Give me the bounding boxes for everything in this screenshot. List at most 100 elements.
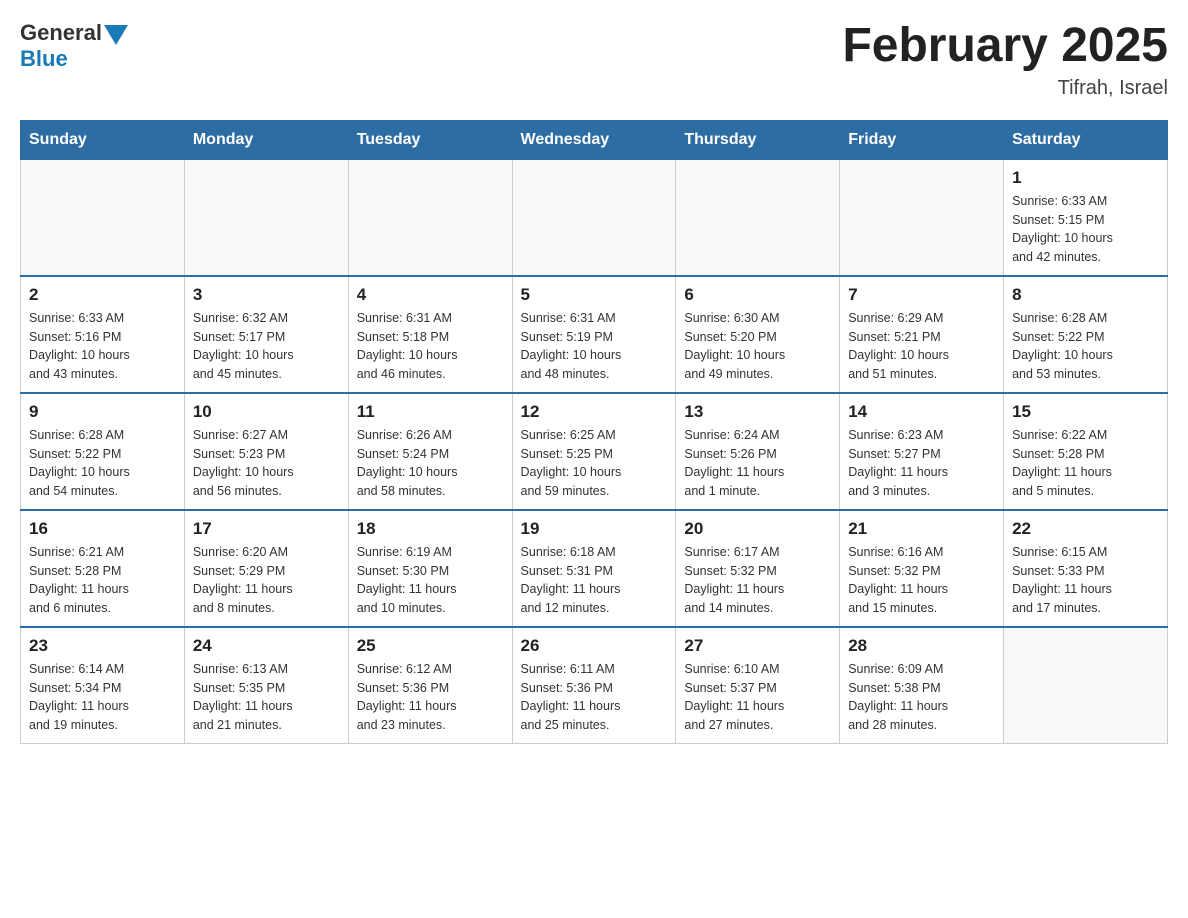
calendar-cell: 22 Sunrise: 6:15 AM Sunset: 5:33 PM Dayli… bbox=[1004, 510, 1168, 627]
day-number: 22 bbox=[1012, 519, 1159, 539]
calendar-title: February 2025 bbox=[842, 20, 1168, 73]
calendar-cell: 9 Sunrise: 6:28 AM Sunset: 5:22 PM Daylig… bbox=[21, 393, 185, 510]
day-number: 11 bbox=[357, 402, 504, 422]
calendar-cell: 3 Sunrise: 6:32 AM Sunset: 5:17 PM Daylig… bbox=[184, 276, 348, 393]
day-number: 13 bbox=[684, 402, 831, 422]
day-number: 19 bbox=[521, 519, 668, 539]
day-number: 28 bbox=[848, 636, 995, 656]
calendar-week-row: 1 Sunrise: 6:33 AM Sunset: 5:15 PM Daylig… bbox=[21, 159, 1168, 276]
day-number: 10 bbox=[193, 402, 340, 422]
calendar-cell: 23 Sunrise: 6:14 AM Sunset: 5:34 PM Dayli… bbox=[21, 627, 185, 744]
calendar-cell: 7 Sunrise: 6:29 AM Sunset: 5:21 PM Daylig… bbox=[840, 276, 1004, 393]
calendar-cell bbox=[840, 159, 1004, 276]
calendar-cell: 13 Sunrise: 6:24 AM Sunset: 5:26 PM Dayli… bbox=[676, 393, 840, 510]
day-number: 17 bbox=[193, 519, 340, 539]
day-info: Sunrise: 6:25 AM Sunset: 5:25 PM Dayligh… bbox=[521, 426, 668, 501]
day-info: Sunrise: 6:28 AM Sunset: 5:22 PM Dayligh… bbox=[29, 426, 176, 501]
day-number: 26 bbox=[521, 636, 668, 656]
day-number: 3 bbox=[193, 285, 340, 305]
calendar-cell bbox=[512, 159, 676, 276]
calendar-cell: 11 Sunrise: 6:26 AM Sunset: 5:24 PM Dayli… bbox=[348, 393, 512, 510]
calendar-cell: 5Sunrise: 6:31 AM Sunset: 5:19 PM Daylig… bbox=[512, 276, 676, 393]
weekday-header-sunday: Sunday bbox=[21, 120, 185, 159]
weekday-header-tuesday: Tuesday bbox=[348, 120, 512, 159]
calendar-cell: 17 Sunrise: 6:20 AM Sunset: 5:29 PM Dayli… bbox=[184, 510, 348, 627]
day-info: Sunrise: 6:26 AM Sunset: 5:24 PM Dayligh… bbox=[357, 426, 504, 501]
calendar-week-row: 9 Sunrise: 6:28 AM Sunset: 5:22 PM Daylig… bbox=[21, 393, 1168, 510]
day-info: Sunrise: 6:20 AM Sunset: 5:29 PM Dayligh… bbox=[193, 543, 340, 618]
weekday-header-saturday: Saturday bbox=[1004, 120, 1168, 159]
title-block: February 2025 Tifrah, Israel bbox=[842, 20, 1168, 100]
day-number: 21 bbox=[848, 519, 995, 539]
day-info: Sunrise: 6:31 AM Sunset: 5:18 PM Dayligh… bbox=[357, 309, 504, 384]
calendar-cell bbox=[184, 159, 348, 276]
calendar-cell bbox=[21, 159, 185, 276]
day-info: Sunrise: 6:22 AM Sunset: 5:28 PM Dayligh… bbox=[1012, 426, 1159, 501]
calendar-week-row: 23 Sunrise: 6:14 AM Sunset: 5:34 PM Dayli… bbox=[21, 627, 1168, 744]
calendar-cell: 10 Sunrise: 6:27 AM Sunset: 5:23 PM Dayli… bbox=[184, 393, 348, 510]
day-number: 23 bbox=[29, 636, 176, 656]
day-info: Sunrise: 6:33 AM Sunset: 5:15 PM Dayligh… bbox=[1012, 192, 1159, 267]
weekday-header-monday: Monday bbox=[184, 120, 348, 159]
calendar-cell: 24Sunrise: 6:13 AM Sunset: 5:35 PM Dayli… bbox=[184, 627, 348, 744]
logo-blue-text: Blue bbox=[20, 46, 68, 72]
day-info: Sunrise: 6:27 AM Sunset: 5:23 PM Dayligh… bbox=[193, 426, 340, 501]
weekday-header-wednesday: Wednesday bbox=[512, 120, 676, 159]
calendar-cell bbox=[348, 159, 512, 276]
calendar-cell: 21 Sunrise: 6:16 AM Sunset: 5:32 PM Dayli… bbox=[840, 510, 1004, 627]
day-info: Sunrise: 6:29 AM Sunset: 5:21 PM Dayligh… bbox=[848, 309, 995, 384]
day-info: Sunrise: 6:18 AM Sunset: 5:31 PM Dayligh… bbox=[521, 543, 668, 618]
day-number: 2 bbox=[29, 285, 176, 305]
calendar-cell: 8 Sunrise: 6:28 AM Sunset: 5:22 PM Daylig… bbox=[1004, 276, 1168, 393]
weekday-header-friday: Friday bbox=[840, 120, 1004, 159]
day-info: Sunrise: 6:24 AM Sunset: 5:26 PM Dayligh… bbox=[684, 426, 831, 501]
calendar-cell: 12 Sunrise: 6:25 AM Sunset: 5:25 PM Dayli… bbox=[512, 393, 676, 510]
calendar-cell: 4 Sunrise: 6:31 AM Sunset: 5:18 PM Daylig… bbox=[348, 276, 512, 393]
day-info: Sunrise: 6:12 AM Sunset: 5:36 PM Dayligh… bbox=[357, 660, 504, 735]
day-info: Sunrise: 6:15 AM Sunset: 5:33 PM Dayligh… bbox=[1012, 543, 1159, 618]
logo-general-text: General bbox=[20, 20, 102, 46]
day-number: 25 bbox=[357, 636, 504, 656]
page-header: General Blue February 2025 Tifrah, Israe… bbox=[20, 20, 1168, 100]
logo-triangle-icon bbox=[104, 25, 128, 45]
calendar-cell: 26 Sunrise: 6:11 AM Sunset: 5:36 PM Dayli… bbox=[512, 627, 676, 744]
calendar-cell: 25 Sunrise: 6:12 AM Sunset: 5:36 PM Dayli… bbox=[348, 627, 512, 744]
day-number: 7 bbox=[848, 285, 995, 305]
calendar-cell: 2 Sunrise: 6:33 AM Sunset: 5:16 PM Daylig… bbox=[21, 276, 185, 393]
day-info: Sunrise: 6:17 AM Sunset: 5:32 PM Dayligh… bbox=[684, 543, 831, 618]
calendar-cell: 1 Sunrise: 6:33 AM Sunset: 5:15 PM Daylig… bbox=[1004, 159, 1168, 276]
day-info: Sunrise: 6:28 AM Sunset: 5:22 PM Dayligh… bbox=[1012, 309, 1159, 384]
day-info: Sunrise: 6:09 AM Sunset: 5:38 PM Dayligh… bbox=[848, 660, 995, 735]
day-info: Sunrise: 6:10 AM Sunset: 5:37 PM Dayligh… bbox=[684, 660, 831, 735]
calendar-cell: 6 Sunrise: 6:30 AM Sunset: 5:20 PM Daylig… bbox=[676, 276, 840, 393]
day-number: 12 bbox=[521, 402, 668, 422]
calendar-header-row: SundayMondayTuesdayWednesdayThursdayFrid… bbox=[21, 120, 1168, 159]
day-info: Sunrise: 6:33 AM Sunset: 5:16 PM Dayligh… bbox=[29, 309, 176, 384]
day-number: 16 bbox=[29, 519, 176, 539]
day-number: 8 bbox=[1012, 285, 1159, 305]
calendar-cell: 14Sunrise: 6:23 AM Sunset: 5:27 PM Dayli… bbox=[840, 393, 1004, 510]
calendar-cell: 28 Sunrise: 6:09 AM Sunset: 5:38 PM Dayli… bbox=[840, 627, 1004, 744]
day-number: 1 bbox=[1012, 168, 1159, 188]
day-number: 24 bbox=[193, 636, 340, 656]
day-info: Sunrise: 6:11 AM Sunset: 5:36 PM Dayligh… bbox=[521, 660, 668, 735]
calendar-cell bbox=[676, 159, 840, 276]
calendar-week-row: 16Sunrise: 6:21 AM Sunset: 5:28 PM Dayli… bbox=[21, 510, 1168, 627]
day-info: Sunrise: 6:30 AM Sunset: 5:20 PM Dayligh… bbox=[684, 309, 831, 384]
day-info: Sunrise: 6:31 AM Sunset: 5:19 PM Dayligh… bbox=[521, 309, 668, 384]
day-info: Sunrise: 6:32 AM Sunset: 5:17 PM Dayligh… bbox=[193, 309, 340, 384]
day-info: Sunrise: 6:16 AM Sunset: 5:32 PM Dayligh… bbox=[848, 543, 995, 618]
day-number: 27 bbox=[684, 636, 831, 656]
day-info: Sunrise: 6:19 AM Sunset: 5:30 PM Dayligh… bbox=[357, 543, 504, 618]
calendar-cell bbox=[1004, 627, 1168, 744]
day-number: 6 bbox=[684, 285, 831, 305]
day-info: Sunrise: 6:14 AM Sunset: 5:34 PM Dayligh… bbox=[29, 660, 176, 735]
calendar-subtitle: Tifrah, Israel bbox=[842, 77, 1168, 100]
day-number: 9 bbox=[29, 402, 176, 422]
calendar-table: SundayMondayTuesdayWednesdayThursdayFrid… bbox=[20, 120, 1168, 744]
day-info: Sunrise: 6:23 AM Sunset: 5:27 PM Dayligh… bbox=[848, 426, 995, 501]
day-number: 4 bbox=[357, 285, 504, 305]
calendar-cell: 15Sunrise: 6:22 AM Sunset: 5:28 PM Dayli… bbox=[1004, 393, 1168, 510]
calendar-cell: 18Sunrise: 6:19 AM Sunset: 5:30 PM Dayli… bbox=[348, 510, 512, 627]
logo: General Blue bbox=[20, 20, 128, 72]
